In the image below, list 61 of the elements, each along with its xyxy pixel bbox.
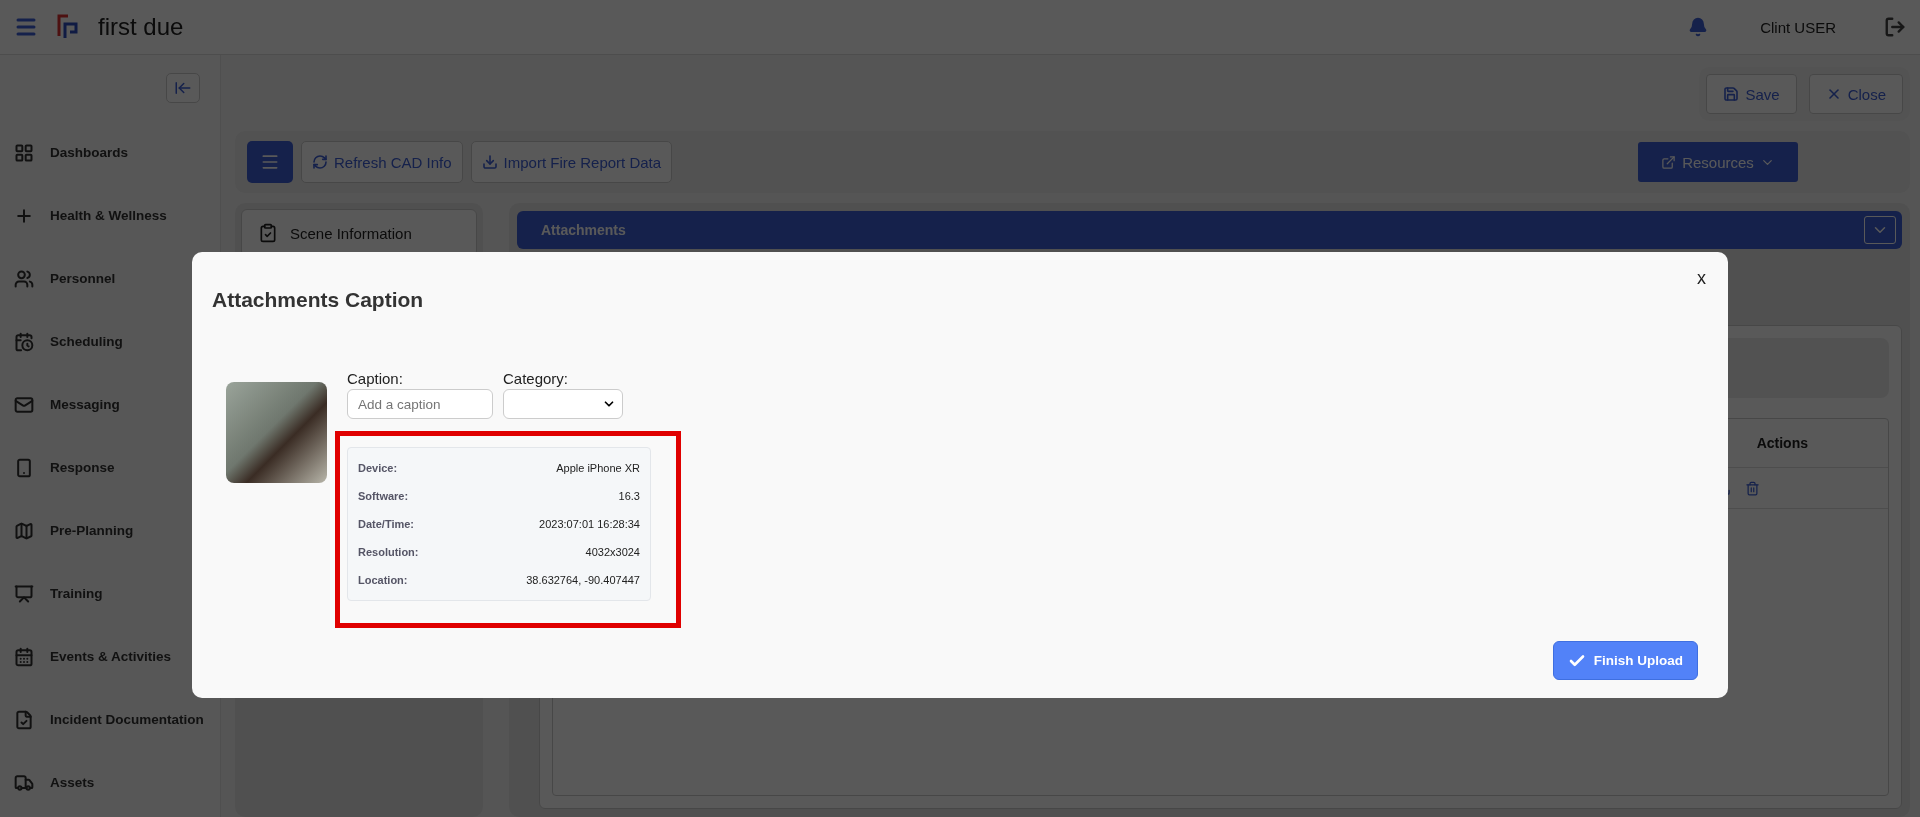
metadata-label: Software: bbox=[358, 490, 409, 502]
map-icon bbox=[14, 520, 34, 541]
metadata-label: Resolution: bbox=[358, 546, 419, 558]
field-label: Category: bbox=[503, 370, 570, 387]
user-name[interactable]: Clint USER bbox=[1760, 18, 1836, 36]
field-label: Caption: bbox=[347, 370, 404, 387]
metadata-value: 4032x3024 bbox=[585, 546, 640, 558]
sidebar-item[interactable]: Dashboards bbox=[50, 145, 129, 160]
trash-icon[interactable] bbox=[1745, 480, 1760, 496]
logo-icon bbox=[56, 14, 80, 40]
toolbar-button[interactable]: Refresh CAD Info bbox=[301, 141, 463, 183]
sidebar-item[interactable]: Personnel bbox=[50, 271, 116, 286]
collapse-sidebar-button[interactable] bbox=[166, 73, 200, 103]
envelope-icon bbox=[14, 394, 34, 415]
metadata-value: 38.632764, -90.407447 bbox=[526, 574, 640, 586]
menu-icon bbox=[260, 152, 280, 172]
grid-icon bbox=[14, 142, 34, 163]
sidebar-item[interactable]: Health & Wellness bbox=[50, 208, 167, 223]
metadata-label: Location: bbox=[358, 574, 408, 586]
metadata-value: 16.3 bbox=[618, 490, 640, 502]
refresh-icon bbox=[312, 154, 328, 170]
metadata-label: Device: bbox=[358, 462, 398, 474]
sidebar-item[interactable]: Messaging bbox=[50, 397, 120, 412]
logo-text: first due bbox=[98, 13, 184, 41]
people-icon bbox=[14, 268, 34, 289]
resources-button[interactable]: Resources bbox=[1638, 142, 1798, 182]
sidebar-item[interactable]: Scheduling bbox=[50, 334, 123, 349]
sidebar-item[interactable]: Pre-Planning bbox=[50, 523, 134, 538]
truck-icon bbox=[14, 772, 34, 793]
modal-title: Attachments Caption bbox=[212, 288, 425, 312]
metadata-value: 2023:07:01 16:28:34 bbox=[539, 518, 640, 530]
metadata-label: Date/Time: bbox=[358, 518, 415, 530]
calendar-clock-icon bbox=[14, 331, 34, 352]
logout-icon[interactable] bbox=[1884, 16, 1906, 38]
category-select[interactable] bbox=[503, 389, 623, 419]
panel-title: Attachments bbox=[541, 222, 626, 238]
column-header: Actions bbox=[1756, 435, 1808, 451]
clipboard-check-icon bbox=[258, 223, 278, 243]
floppy-icon bbox=[1723, 86, 1740, 102]
sidebar-item[interactable]: Events & Activities bbox=[50, 649, 172, 664]
metadata-value: Apple iPhone XR bbox=[556, 462, 640, 474]
save-button[interactable]: Save bbox=[1706, 74, 1797, 114]
caption-input[interactable]: Add a caption bbox=[347, 389, 493, 419]
download-icon bbox=[481, 154, 498, 170]
sidebar-item[interactable]: Assets bbox=[50, 775, 95, 790]
menu-button[interactable] bbox=[247, 141, 293, 183]
external-link-icon bbox=[1661, 154, 1677, 170]
collapse-button[interactable] bbox=[1864, 216, 1896, 244]
bell-icon[interactable] bbox=[1688, 17, 1709, 37]
sidebar-item[interactable]: Incident Documentation bbox=[50, 712, 204, 727]
phone-icon bbox=[14, 457, 34, 478]
close-button[interactable]: Close bbox=[1808, 74, 1903, 114]
calendar-icon bbox=[14, 646, 34, 667]
toolbar-button[interactable]: Import Fire Report Data bbox=[470, 141, 673, 183]
close-button[interactable]: x bbox=[1693, 266, 1710, 291]
finish-upload-button[interactable]: Finish Upload bbox=[1552, 641, 1698, 680]
sidebar-item[interactable]: Response bbox=[50, 460, 115, 475]
arrow-to-line-icon bbox=[174, 79, 192, 97]
document-check-icon bbox=[14, 709, 34, 730]
presentation-icon bbox=[14, 583, 34, 604]
sidebar-item[interactable]: Training bbox=[50, 586, 103, 601]
